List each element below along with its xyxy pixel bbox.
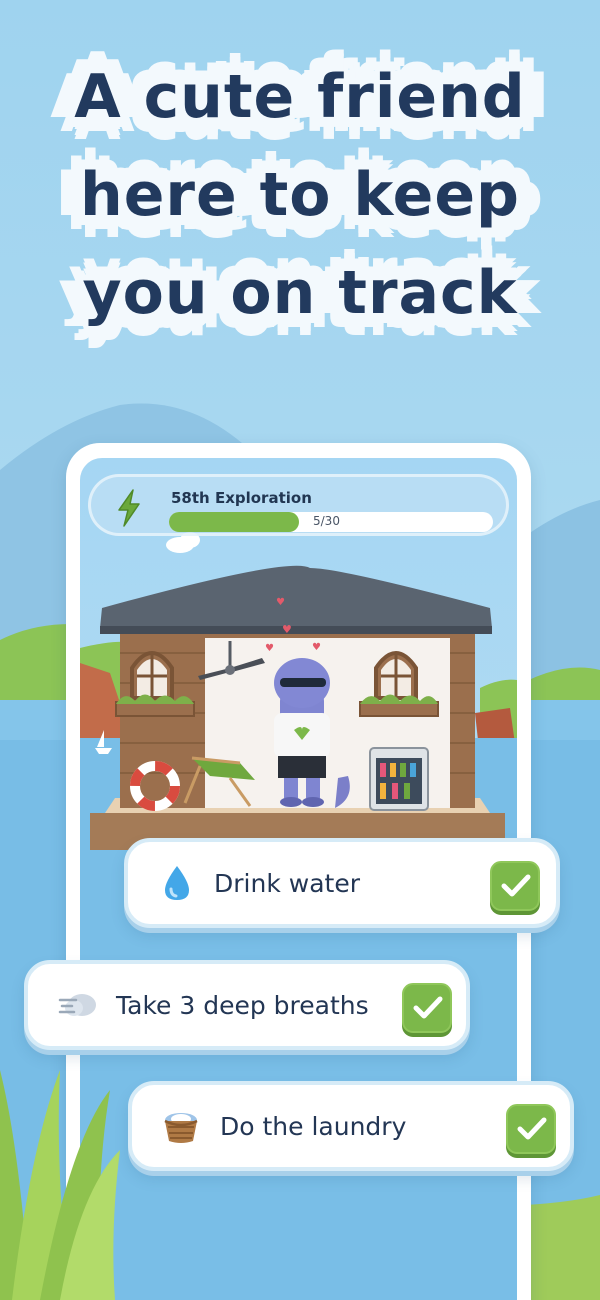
wind-cloud-icon	[58, 994, 96, 1016]
mini-fridge	[369, 747, 429, 811]
task-label: Do the laundry	[220, 1112, 407, 1141]
task-checkbox[interactable]	[402, 983, 452, 1033]
exploration-title: 58th Exploration	[171, 489, 312, 507]
task-card-laundry[interactable]: Do the laundry	[128, 1081, 574, 1171]
exploration-progress-bar: 5/30	[169, 512, 493, 532]
progress-text: 5/30	[313, 514, 340, 528]
svg-text:♥: ♥	[276, 597, 285, 608]
svg-text:♥: ♥	[282, 623, 292, 636]
headline: A cute friend here to keep you on track	[0, 48, 600, 342]
checkmark-icon	[413, 996, 443, 1019]
exploration-panel: 58th Exploration 5/30	[88, 474, 509, 536]
task-checkbox[interactable]	[506, 1104, 556, 1154]
task-checkbox[interactable]	[490, 861, 540, 911]
svg-text:♥: ♥	[312, 642, 321, 653]
water-drop-icon	[165, 866, 189, 900]
task-card-deep-breaths[interactable]: Take 3 deep breaths	[24, 960, 470, 1050]
lightning-bolt-icon	[118, 489, 140, 527]
task-card-drink-water[interactable]: Drink water	[124, 838, 560, 928]
task-label: Drink water	[214, 869, 360, 898]
laundry-basket-icon	[164, 1113, 198, 1143]
headline-line-2: here to keep	[80, 160, 520, 230]
svg-text:♥: ♥	[265, 643, 274, 654]
checkmark-icon	[501, 874, 531, 897]
progress-fill	[169, 512, 299, 532]
headline-line-1: A cute friend	[74, 62, 526, 132]
task-label: Take 3 deep breaths	[116, 991, 369, 1020]
headline-line-3: you on track	[82, 258, 518, 328]
checkmark-icon	[517, 1117, 547, 1140]
